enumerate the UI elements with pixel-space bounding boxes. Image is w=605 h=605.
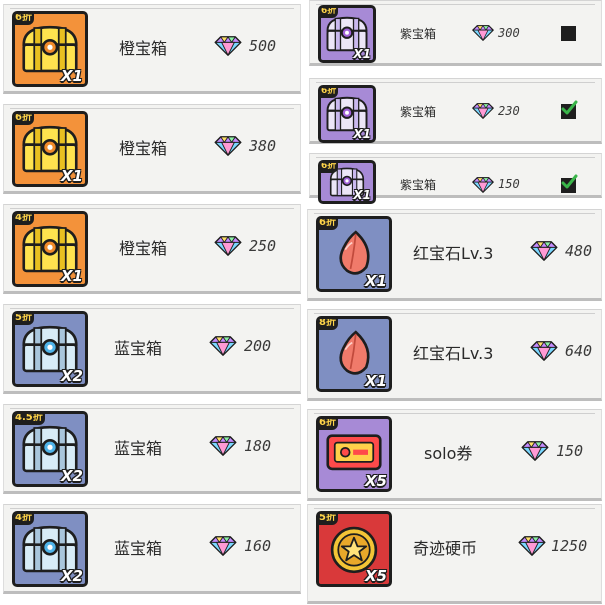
discount-badge: 4折 <box>15 212 34 225</box>
price-label: 180 <box>244 437 272 455</box>
checkbox-checked[interactable] <box>561 100 578 119</box>
price-label: 160 <box>244 537 272 555</box>
shop-item-card[interactable]: 6折 X1 紫宝箱 150 <box>309 153 602 204</box>
item-name: 红宝石Lv.3 <box>413 344 494 363</box>
quantity-label: X1 <box>353 188 371 202</box>
gem-icon <box>472 25 494 41</box>
discount-badge: 6折 <box>15 12 34 25</box>
gem-icon <box>530 241 558 261</box>
item-name: 蓝宝箱 <box>114 439 163 458</box>
shop-item-card[interactable]: 5折 X5 奇迹硬币 1250 <box>307 504 602 604</box>
shop-item-card[interactable]: 6折 X1 紫宝箱 300 <box>309 0 602 66</box>
price-label: 230 <box>498 104 520 118</box>
gem-icon <box>214 36 242 56</box>
shop-item-card[interactable]: 4折 X2 蓝宝箱 160 <box>3 504 301 594</box>
gem-icon <box>530 341 558 361</box>
item-name: 蓝宝箱 <box>114 339 163 358</box>
quantity-label: X2 <box>60 567 83 585</box>
orange-chest-icon: 4折 X1 <box>12 211 88 287</box>
shop-item-card[interactable]: 6折 X5 solo券 150 <box>307 409 602 501</box>
item-name: 奇迹硬币 <box>413 539 478 558</box>
gem-icon <box>214 136 242 156</box>
shop-item-card[interactable]: 4.5折 X2 蓝宝箱 180 <box>3 404 301 494</box>
shop-item-card[interactable]: 5折 X2 蓝宝箱 200 <box>3 304 301 394</box>
checkbox-checked[interactable] <box>561 174 578 193</box>
shop-item-card[interactable]: 8折 X1 红宝石Lv.3 640 <box>307 309 602 401</box>
quantity-label: X1 <box>364 372 387 390</box>
price-label: 640 <box>565 342 593 360</box>
shop-item-card[interactable]: 6折 X1 紫宝箱 230 <box>309 78 602 144</box>
price-label: 1250 <box>551 537 588 555</box>
item-name: 橙宝箱 <box>119 239 168 258</box>
discount-badge: 6折 <box>319 417 338 430</box>
quantity-label: X5 <box>364 472 387 490</box>
gem-icon <box>472 103 494 119</box>
item-name: 紫宝箱 <box>400 105 437 119</box>
shop-item-card[interactable]: 6折 X1 红宝石Lv.3 480 <box>307 209 602 301</box>
quantity-label: X1 <box>60 167 83 185</box>
orange-chest-icon: 6折 X1 <box>12 11 88 87</box>
checkbox-unchecked[interactable] <box>561 26 576 41</box>
discount-badge: 6折 <box>319 217 338 230</box>
purple-chest-icon: 6折 X1 <box>318 160 376 204</box>
gem-icon <box>521 441 549 461</box>
discount-badge: 4.5折 <box>15 412 45 425</box>
gem-icon <box>214 236 242 256</box>
price-label: 150 <box>498 177 520 191</box>
item-name: 紫宝箱 <box>400 178 437 192</box>
coin-icon: 5折 X5 <box>316 511 392 587</box>
quantity-label: X1 <box>353 127 371 141</box>
gem-icon <box>209 336 237 356</box>
price-label: 480 <box>565 242 593 260</box>
item-name: 红宝石Lv.3 <box>413 244 494 263</box>
price-label: 500 <box>249 37 277 55</box>
discount-badge: 6折 <box>15 112 34 125</box>
ruby-icon: 6折 X1 <box>316 216 392 292</box>
discount-badge: 4折 <box>15 512 34 525</box>
ticket-icon: 6折 X5 <box>316 416 392 492</box>
gem-icon <box>209 436 237 456</box>
quantity-label: X5 <box>364 567 387 585</box>
item-name: 橙宝箱 <box>119 39 168 58</box>
purple-chest-icon: 6折 X1 <box>318 85 376 143</box>
shop-item-card[interactable]: 6折 X1 橙宝箱 500 <box>3 4 301 94</box>
orange-chest-icon: 6折 X1 <box>12 111 88 187</box>
quantity-label: X2 <box>60 367 83 385</box>
discount-badge: 5折 <box>319 512 338 525</box>
blue-chest-icon: 4折 X2 <box>12 511 88 587</box>
price-label: 150 <box>556 442 584 460</box>
price-label: 250 <box>249 237 277 255</box>
discount-badge: 8折 <box>319 317 338 330</box>
item-name: 蓝宝箱 <box>114 539 163 558</box>
blue-chest-icon: 5折 X2 <box>12 311 88 387</box>
shop-item-card[interactable]: 4折 X1 橙宝箱 250 <box>3 204 301 294</box>
price-label: 380 <box>249 137 277 155</box>
discount-badge: 5折 <box>15 312 34 325</box>
quantity-label: X1 <box>364 272 387 290</box>
shop-item-card[interactable]: 6折 X1 橙宝箱 380 <box>3 104 301 194</box>
discount-badge: 6折 <box>321 161 339 173</box>
quantity-label: X2 <box>60 467 83 485</box>
item-name: solo券 <box>424 444 473 463</box>
blue-chest-icon: 4.5折 X2 <box>12 411 88 487</box>
item-name: 橙宝箱 <box>119 139 168 158</box>
gem-icon <box>472 177 494 193</box>
item-name: 紫宝箱 <box>400 27 437 41</box>
quantity-label: X1 <box>60 267 83 285</box>
discount-badge: 6折 <box>321 6 339 18</box>
quantity-label: X1 <box>60 67 83 85</box>
gem-icon <box>518 536 546 556</box>
ruby-icon: 8折 X1 <box>316 316 392 392</box>
price-label: 300 <box>498 26 520 40</box>
gem-icon <box>209 536 237 556</box>
price-label: 200 <box>244 337 272 355</box>
quantity-label: X1 <box>353 47 371 61</box>
discount-badge: 6折 <box>321 86 339 98</box>
purple-chest-icon: 6折 X1 <box>318 5 376 63</box>
